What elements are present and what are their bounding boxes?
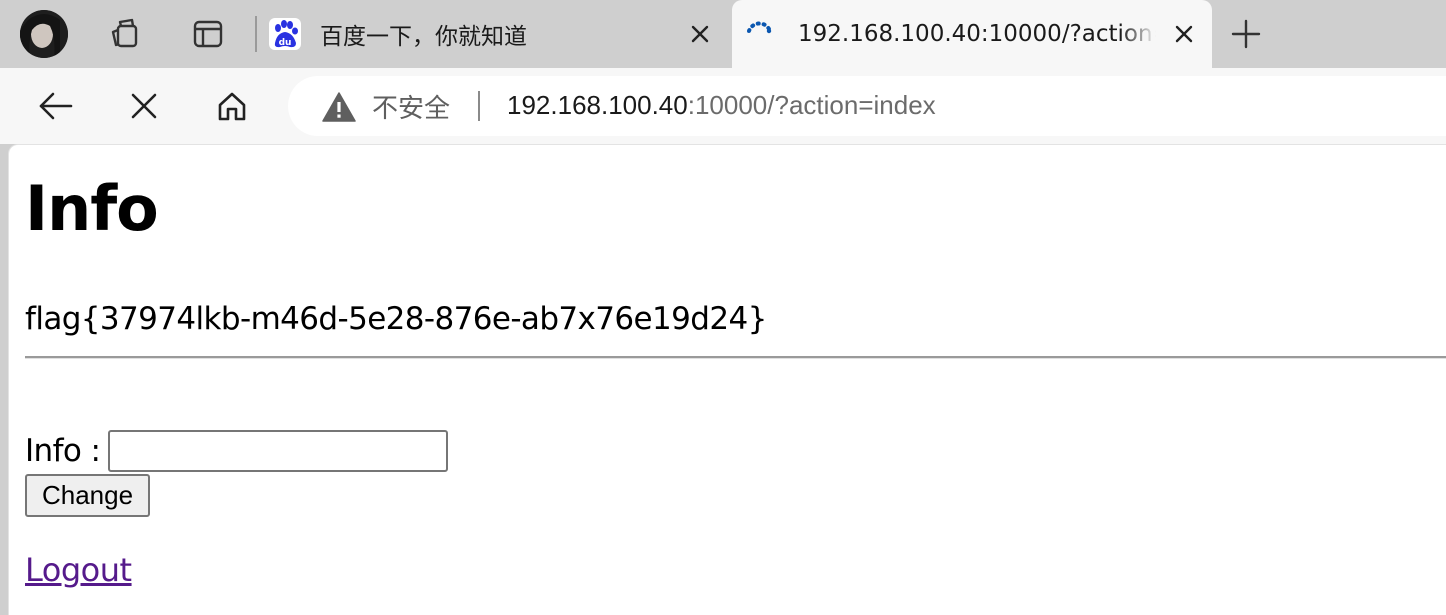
horizontal-rule xyxy=(25,356,1446,359)
change-button[interactable]: Change xyxy=(25,474,150,517)
tab-strip: du 百度一下，你就知道 192.168.100.40:10000/?actio… xyxy=(0,0,1446,68)
new-tab-icon[interactable] xyxy=(1226,14,1266,54)
flag-text: flag{37974lkb-m46d-5e28-876e-ab7x76e19d2… xyxy=(25,301,767,337)
page-title: Info xyxy=(25,172,159,245)
security-status[interactable]: 不安全 xyxy=(372,88,450,125)
stop-loading-icon[interactable] xyxy=(122,84,166,128)
url-path: :10000/?action=index xyxy=(687,90,936,120)
svg-text:du: du xyxy=(279,38,292,48)
url-host: 192.168.100.40 xyxy=(507,90,688,120)
tab-baidu[interactable]: du 百度一下，你就知道 xyxy=(262,0,728,68)
browser-toolbar: 不安全 192.168.100.40:10000/?action=index xyxy=(0,68,1446,144)
tab-separator xyxy=(255,16,257,52)
vertical-tabs-icon[interactable] xyxy=(188,14,228,54)
tab-active[interactable]: 192.168.100.40:10000/?action=index xyxy=(732,0,1212,68)
logout-link[interactable]: Logout xyxy=(25,551,132,589)
url-text[interactable]: 192.168.100.40:10000/?action=index xyxy=(507,90,936,121)
warning-icon[interactable] xyxy=(322,92,356,122)
tab-title: 百度一下，你就知道 xyxy=(320,24,527,50)
close-icon[interactable] xyxy=(686,20,714,48)
loading-spinner-icon xyxy=(742,17,776,51)
page-viewport: Info flag{37974lkb-m46d-5e28-876e-ab7x76… xyxy=(8,144,1446,615)
info-form-row: Info : xyxy=(25,430,449,472)
back-arrow-icon[interactable] xyxy=(34,84,78,128)
info-label: Info : xyxy=(25,433,101,469)
baidu-paw-icon: du xyxy=(268,17,302,51)
profile-avatar[interactable] xyxy=(20,10,68,58)
tab-title: 192.168.100.40:10000/?action=index xyxy=(798,21,1156,47)
info-input[interactable] xyxy=(108,430,449,472)
collections-icon[interactable] xyxy=(104,14,144,54)
close-icon[interactable] xyxy=(1170,20,1198,48)
address-bar[interactable]: 不安全 192.168.100.40:10000/?action=index xyxy=(288,76,1446,136)
home-icon[interactable] xyxy=(210,84,254,128)
address-separator xyxy=(478,91,480,121)
